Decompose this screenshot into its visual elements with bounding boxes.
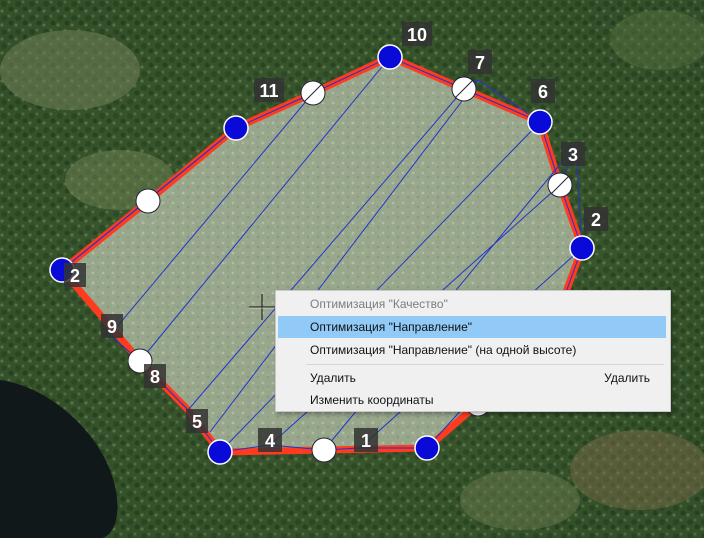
vertex-marker[interactable] (527, 109, 553, 135)
menu-item-optimize-direction-same-altitude[interactable]: Оптимизация "Направление" (на одной высо… (278, 339, 666, 361)
vertex-marker[interactable] (377, 44, 403, 70)
menu-item-label: Оптимизация "Качество" (310, 297, 448, 311)
waypoint-label: 4 (265, 431, 275, 451)
menu-item-shortcut: Удалить (604, 371, 650, 385)
menu-item-label: Удалить (310, 371, 356, 385)
menu-item-label: Изменить координаты (310, 393, 434, 407)
menu-item-label: Оптимизация "Направление" (на одной высо… (310, 343, 577, 357)
menu-item-optimize-direction[interactable]: Оптимизация "Направление" (278, 316, 666, 338)
waypoint-label: 11 (259, 81, 278, 101)
waypoint-label: 10 (407, 25, 427, 45)
waypoint-label: 8 (150, 367, 160, 387)
waypoint-label: 1 (361, 431, 371, 451)
waypoint-label: 3 (568, 145, 578, 165)
vertex-marker[interactable] (414, 435, 440, 461)
waypoint-label: 5 (192, 412, 202, 432)
vertex-marker[interactable] (207, 439, 233, 465)
waypoint-label: 2 (591, 210, 601, 230)
waypoint-label: 9 (107, 317, 117, 337)
menu-item-label: Оптимизация "Направление" (310, 320, 473, 334)
waypoint-label: 6 (538, 82, 548, 102)
vertex-marker[interactable] (223, 115, 249, 141)
menu-item-delete[interactable]: Удалить Удалить (278, 367, 666, 389)
waypoint-label: 7 (475, 53, 485, 73)
waypoint-label: 2 (70, 266, 80, 286)
midpoint-marker[interactable] (135, 188, 161, 214)
menu-item-edit-coordinates[interactable]: Изменить координаты (278, 389, 666, 411)
context-menu: Оптимизация "Качество" Оптимизация "Напр… (275, 290, 671, 412)
menu-item-optimize-quality[interactable]: Оптимизация "Качество" (278, 293, 666, 315)
menu-separator (306, 364, 664, 365)
satellite-map[interactable]: 10 7 6 11 3 2 2 9 8 5 4 1 (0, 0, 704, 538)
vertex-marker[interactable] (569, 235, 595, 261)
midpoint-marker[interactable] (311, 437, 337, 463)
